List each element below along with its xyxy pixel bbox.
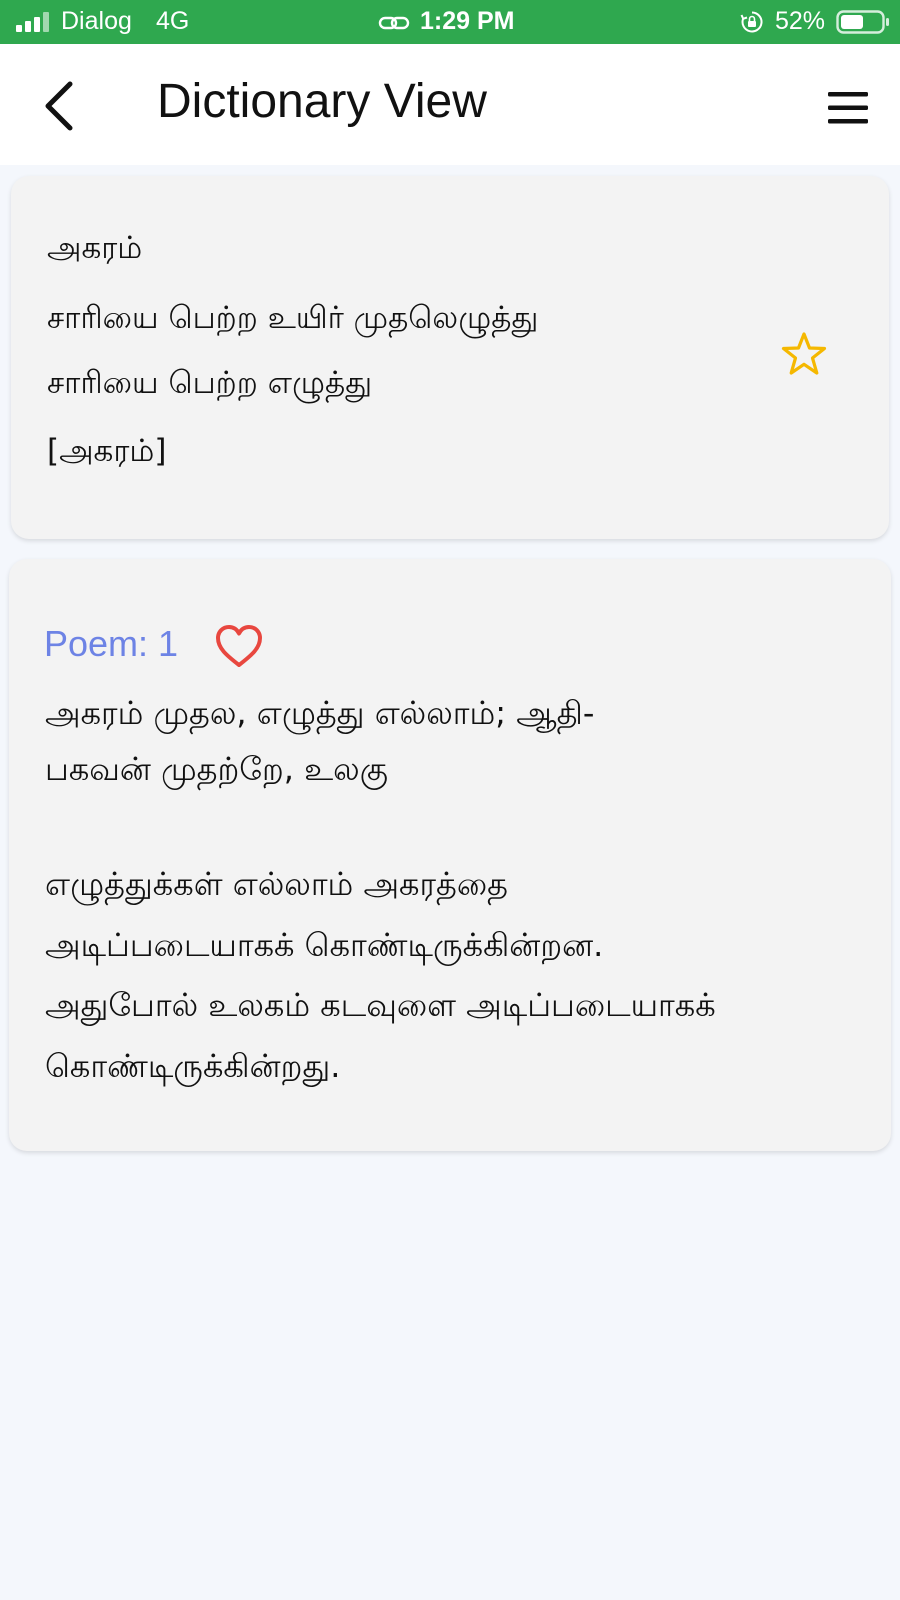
network-type: 4G — [156, 7, 190, 35]
verse-line: பகவன் முதற்றே, உலகு — [45, 750, 388, 788]
explanation-line: அடிப்படையாகக் கொண்டிருக்கின்றன. — [45, 926, 604, 964]
word-title: அகரம் — [47, 230, 143, 266]
carrier-name: Dialog — [61, 7, 132, 35]
bracket-word: [அகரம்] — [47, 433, 167, 469]
app-header: Dictionary View — [0, 44, 900, 165]
page-title: Dictionary View — [157, 75, 487, 128]
star-icon[interactable] — [780, 331, 828, 377]
explanation-line: அதுபோல் உலகம் கடவுளை அடிப்படையாகக் — [45, 986, 716, 1024]
battery-icon — [836, 10, 889, 34]
status-bar: Dialog 4G 1:29 PM 52% — [0, 0, 900, 44]
poem-number-label: Poem: 1 — [44, 623, 179, 664]
word-card: அகரம் சாரியை பெற்ற உயிர் முதலெழுத்து சார… — [11, 176, 889, 539]
explanation-line: எழுத்துக்கள் எல்லாம் அகரத்தை — [45, 865, 508, 903]
orientation-lock-icon — [740, 11, 763, 33]
heart-icon[interactable] — [214, 623, 264, 669]
meaning-line: சாரியை பெற்ற எழுத்து — [47, 365, 373, 401]
verse-line: அகரம் முதல, எழுத்து எல்லாம்; ஆதி- — [45, 694, 595, 732]
menu-button[interactable] — [822, 88, 872, 128]
signal-icon — [16, 12, 52, 32]
status-time: 1:29 PM — [420, 7, 515, 35]
battery-percentage: 52% — [775, 7, 826, 35]
meaning-line: சாரியை பெற்ற உயிர் முதலெழுத்து — [47, 300, 539, 336]
explanation-line: கொண்டிருக்கின்றது. — [45, 1047, 341, 1085]
link-icon — [378, 16, 410, 30]
poem-card: Poem: 1 அகரம் முதல, எழுத்து எல்லாம்; ஆதி… — [9, 559, 891, 1151]
back-button[interactable] — [36, 78, 86, 134]
